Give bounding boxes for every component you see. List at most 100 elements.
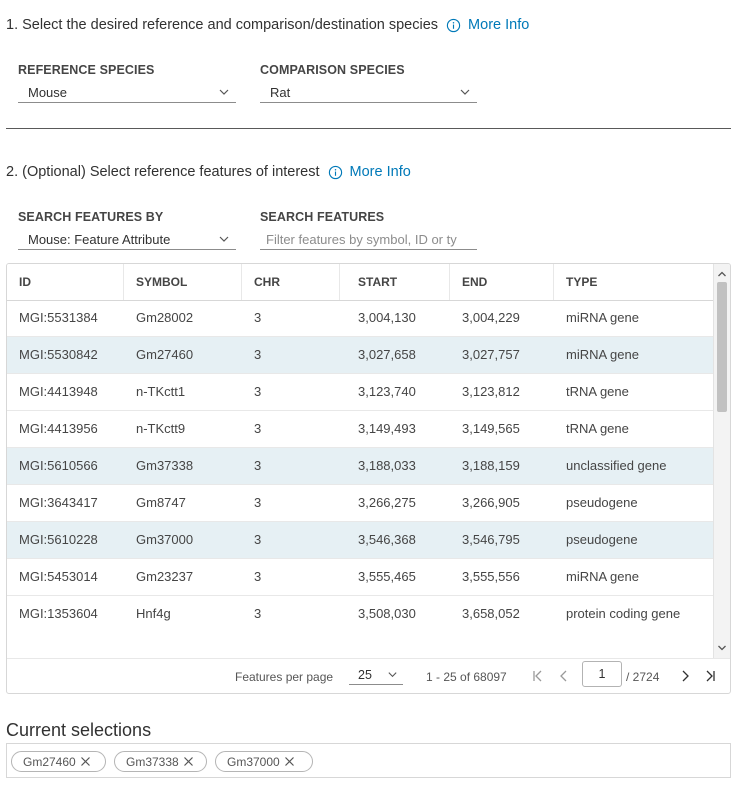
page-number-input[interactable]: 1: [582, 661, 622, 687]
search-by-label: SEARCH FEATURES BY: [18, 210, 164, 224]
cell-end: 3,266,905: [462, 495, 520, 510]
table-row[interactable]: MGI:1353604 Hnf4g 3 3,508,030 3,658,052 prote…: [7, 596, 715, 632]
more-info-label: More Info: [349, 164, 411, 180]
cell-chr: 3: [254, 421, 262, 436]
selection-chip: Gm27460: [11, 751, 106, 772]
table-row[interactable]: MGI:3643417 Gm8747 3 3,266,275 3,266,905 pseu…: [7, 485, 715, 522]
cell-symbol: n-TKctt1: [136, 384, 186, 399]
column-header-chr[interactable]: CHR: [242, 264, 340, 300]
selection-chip: Gm37338: [114, 751, 207, 772]
cell-id: MGI:5610228: [19, 532, 98, 547]
chevron-down-icon: [388, 672, 397, 678]
search-features-input[interactable]: Filter features by symbol, ID or ty: [260, 230, 477, 250]
page-range: 1 - 25 of 68097: [426, 670, 507, 684]
cell-type: tRNA gene: [566, 421, 629, 436]
comparison-species-value: Rat: [270, 85, 291, 100]
table-row[interactable]: MGI:4413948 n-TKctt1 3 3,123,740 3,123,812 tR…: [7, 374, 715, 411]
first-page-icon[interactable]: [531, 669, 545, 683]
reference-species-select[interactable]: Mouse: [18, 83, 236, 103]
cell-symbol: Gm28002: [136, 310, 194, 325]
scroll-up-icon[interactable]: [714, 266, 730, 282]
cell-type: protein coding gene: [566, 606, 681, 621]
search-features-label: SEARCH FEATURES: [260, 210, 385, 224]
section-1-title: 1. Select the desired reference and comp…: [6, 17, 439, 33]
column-header-type[interactable]: TYPE: [554, 264, 715, 300]
cell-symbol: n-TKctt9: [136, 421, 186, 436]
cell-id: MGI:1353604: [19, 606, 98, 621]
comparison-species-label: COMPARISON SPECIES: [260, 63, 405, 77]
per-page-label: Features per page: [235, 670, 334, 684]
reference-species-label: REFERENCE SPECIES: [18, 63, 155, 77]
cell-end: 3,149,565: [462, 421, 520, 436]
table-row[interactable]: MGI:5610566 Gm37338 3 3,188,033 3,188,159 unc…: [7, 448, 715, 485]
cell-start: 3,546,368: [358, 532, 416, 547]
current-selections-title: Current selections: [6, 720, 152, 740]
selection-chip-label: Gm37338: [126, 754, 179, 769]
remove-selection-icon[interactable]: [284, 756, 295, 767]
cell-id: MGI:5531384: [19, 310, 98, 325]
info-icon: [328, 165, 342, 179]
remove-selection-icon[interactable]: [80, 756, 91, 767]
column-header-end[interactable]: END: [450, 264, 554, 300]
cell-id: MGI:4413948: [19, 384, 98, 399]
column-header-start[interactable]: START: [346, 264, 450, 300]
search-by-select[interactable]: Mouse: Feature Attribute: [18, 230, 236, 250]
cell-end: 3,004,229: [462, 310, 520, 325]
table-row[interactable]: MGI:5610228 Gm37000 3 3,546,368 3,546,795 pse…: [7, 522, 715, 559]
cell-chr: 3: [254, 347, 262, 362]
section-1-more-info-link[interactable]: More Info: [446, 17, 529, 33]
table-row[interactable]: MGI:5530842 Gm27460 3 3,027,658 3,027,757 miR…: [7, 337, 715, 374]
cell-id: MGI:3643417: [19, 495, 98, 510]
cell-id: MGI:5453014: [19, 569, 98, 584]
chevron-down-icon: [460, 89, 470, 95]
remove-selection-icon[interactable]: [183, 756, 194, 767]
cell-type: pseudogene: [566, 532, 638, 547]
more-info-label: More Info: [468, 17, 530, 33]
per-page-select[interactable]: 25: [349, 665, 403, 685]
search-by-value: Mouse: Feature Attribute: [28, 232, 171, 247]
scrollbar-thumb[interactable]: [717, 282, 727, 412]
cell-chr: 3: [254, 495, 262, 510]
page-total: / 2724: [626, 670, 660, 684]
last-page-icon[interactable]: [703, 669, 717, 683]
table-row[interactable]: MGI:5531384 Gm28002 3 3,004,130 3,004,229 miR…: [7, 300, 715, 337]
scroll-down-icon[interactable]: [714, 640, 730, 656]
cell-end: 3,123,812: [462, 384, 520, 399]
section-2-title: 2. (Optional) Select reference features …: [6, 164, 320, 180]
cell-chr: 3: [254, 458, 262, 473]
info-icon: [446, 18, 461, 32]
cell-end: 3,546,795: [462, 532, 520, 547]
table-scrollbar[interactable]: [713, 264, 730, 658]
section-1-heading: 1. Select the desired reference and comp…: [6, 17, 529, 33]
chevron-down-icon: [219, 89, 229, 95]
per-page-value: 25: [358, 668, 372, 682]
features-datagrid: ID SYMBOL CHR START END TYPE MGI:5531384…: [6, 263, 731, 694]
section-divider: [6, 128, 731, 129]
column-header-id[interactable]: ID: [7, 264, 124, 300]
cell-start: 3,123,740: [358, 384, 416, 399]
cell-chr: 3: [254, 569, 262, 584]
cell-type: miRNA gene: [566, 347, 639, 362]
table-footer: Features per page 25 1 - 25 of 68097 1 /…: [7, 658, 730, 693]
cell-chr: 3: [254, 310, 262, 325]
cell-start: 3,555,465: [358, 569, 416, 584]
selection-chip-label: Gm27460: [23, 754, 76, 769]
next-page-icon[interactable]: [678, 669, 692, 683]
comparison-species-select[interactable]: Rat: [260, 83, 477, 103]
cell-start: 3,508,030: [358, 606, 416, 621]
cell-start: 3,188,033: [358, 458, 416, 473]
section-2-heading: 2. (Optional) Select reference features …: [6, 164, 411, 180]
previous-page-icon[interactable]: [557, 669, 571, 683]
cell-id: MGI:5610566: [19, 458, 98, 473]
cell-symbol: Gm8747: [136, 495, 186, 510]
section-2-more-info-link[interactable]: More Info: [328, 164, 411, 180]
cell-end: 3,658,052: [462, 606, 520, 621]
selection-chip: Gm37000: [215, 751, 313, 772]
table-body: MGI:5531384 Gm28002 3 3,004,130 3,004,229 miR…: [7, 300, 715, 632]
table-row[interactable]: MGI:5453014 Gm23237 3 3,555,465 3,555,556 miR…: [7, 559, 715, 596]
selection-chip-label: Gm37000: [227, 754, 280, 769]
column-header-symbol[interactable]: SYMBOL: [124, 264, 242, 300]
cell-start: 3,027,658: [358, 347, 416, 362]
current-selections-box: Gm27460 Gm37338 Gm37000: [6, 743, 731, 778]
table-row[interactable]: MGI:4413956 n-TKctt9 3 3,149,493 3,149,565 tR…: [7, 411, 715, 448]
